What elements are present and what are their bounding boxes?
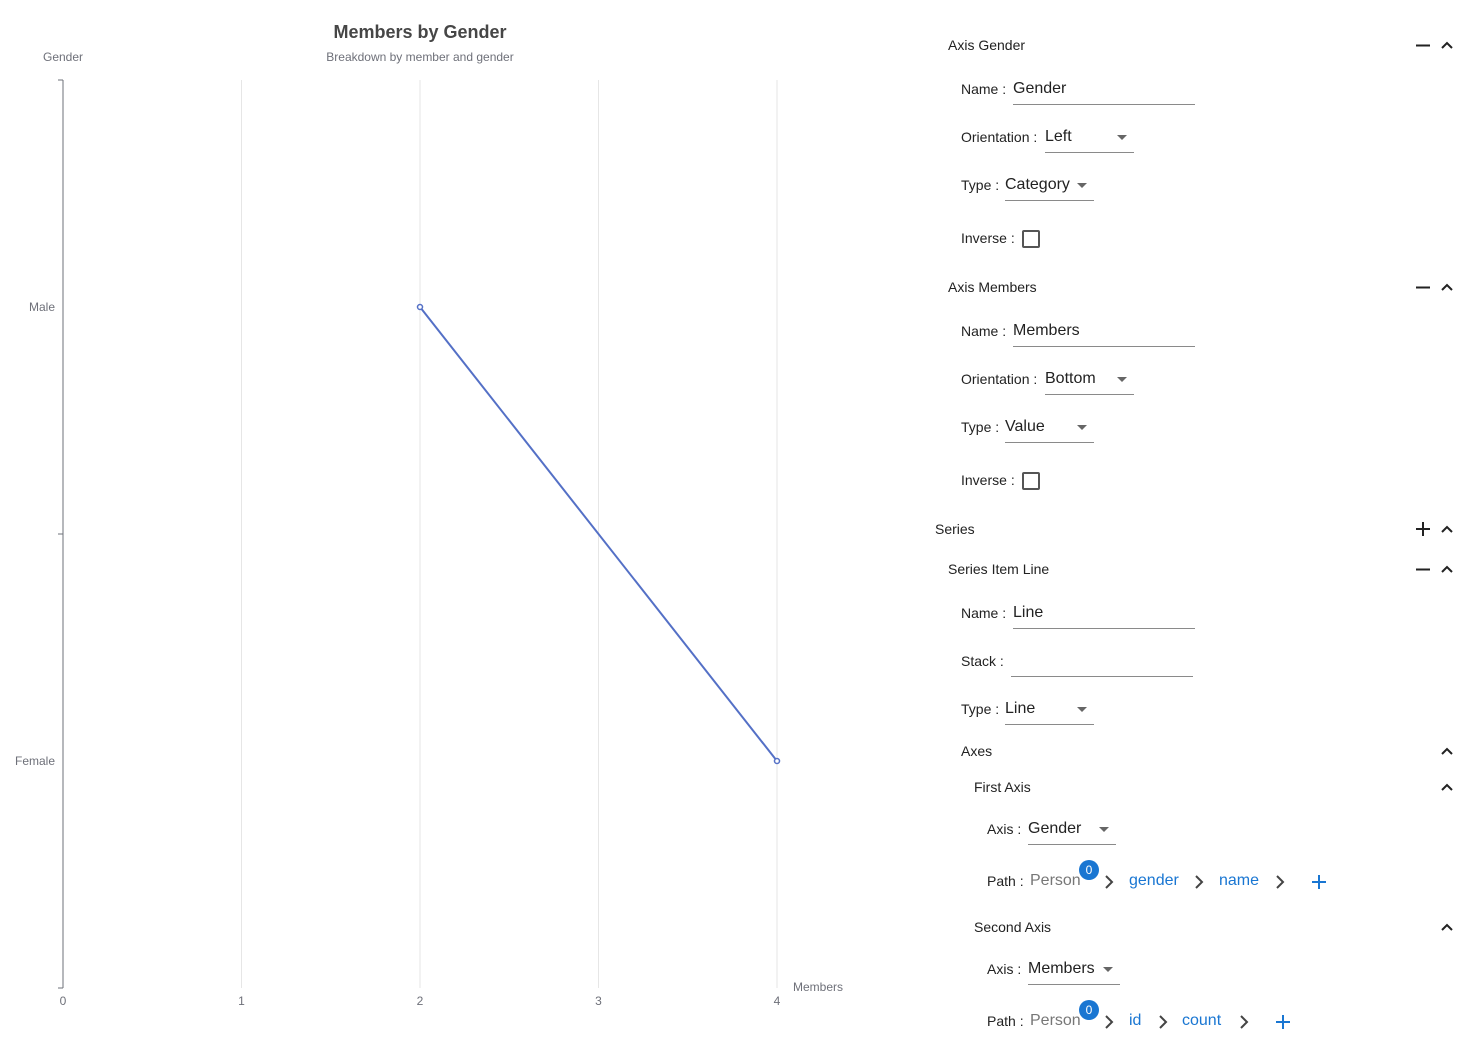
path-segment[interactable]: id	[1129, 1012, 1141, 1030]
chevron-right-icon	[1159, 1015, 1168, 1029]
path-segment[interactable]: name	[1219, 872, 1259, 890]
input-underline	[1013, 346, 1195, 347]
orientation-label: Orientation :	[961, 371, 1038, 387]
axis-members-type-select[interactable]: Value	[1005, 418, 1045, 436]
type-label: Type :	[961, 419, 1000, 435]
axes-header: Axes	[961, 743, 993, 759]
stack-label: Stack :	[961, 653, 1004, 669]
dropdown-arrow-icon[interactable]	[1099, 827, 1109, 832]
input-underline	[1013, 628, 1195, 629]
chevron-right-icon	[1105, 875, 1114, 889]
dropdown-arrow-icon[interactable]	[1103, 967, 1113, 972]
series-name-input[interactable]: Line	[1013, 604, 1043, 622]
dropdown-arrow-icon[interactable]	[1077, 183, 1087, 188]
dropdown-arrow-icon[interactable]	[1117, 135, 1127, 140]
minus-icon[interactable]	[1415, 561, 1431, 577]
inverse-label: Inverse :	[961, 472, 1015, 488]
axis-gender-header: Axis Gender	[948, 37, 1026, 53]
data-point[interactable]	[773, 757, 781, 765]
chevron-right-icon	[1240, 1015, 1249, 1029]
minus-icon[interactable]	[1415, 37, 1431, 53]
axis-members-name-input[interactable]: Members	[1013, 322, 1080, 340]
input-underline	[1011, 676, 1193, 677]
chevron-up-icon[interactable]	[1439, 779, 1455, 795]
axis-gender-name-input[interactable]: Gender	[1013, 80, 1066, 98]
path-count-badge: 0	[1079, 860, 1099, 880]
select-underline	[1005, 442, 1094, 443]
y-tick-label: Female	[15, 754, 55, 768]
series-header: Series	[935, 521, 975, 537]
inverse-label: Inverse :	[961, 230, 1015, 246]
plus-icon[interactable]	[1275, 1014, 1291, 1030]
type-label: Type :	[961, 701, 1000, 717]
x-tick-label: 0	[60, 994, 67, 1008]
select-underline	[1005, 724, 1094, 725]
line-chart: Members by Gender Breakdown by member an…	[15, 22, 843, 1008]
first-axis-select[interactable]: Gender	[1028, 820, 1081, 838]
axis-label: Axis :	[987, 961, 1022, 977]
series-item-header: Series Item Line	[948, 561, 1050, 577]
path-label: Path :	[987, 873, 1024, 889]
axis-gender-type-select[interactable]: Category	[1005, 176, 1070, 194]
series-stack-input[interactable]	[1011, 652, 1193, 672]
x-axis-ticks: 0 1 2 3 4	[60, 994, 781, 1008]
chevron-up-icon[interactable]	[1439, 37, 1455, 53]
chevron-right-icon	[1105, 1015, 1114, 1029]
chart-title: Members by Gender	[333, 22, 506, 42]
select-underline	[1028, 984, 1120, 985]
first-axis-header: First Axis	[974, 779, 1031, 795]
name-label: Name :	[961, 323, 1007, 339]
x-tick-label: 2	[417, 994, 424, 1008]
axis-gender-inverse-checkbox[interactable]	[1022, 230, 1040, 248]
x-axis-title: Members	[793, 980, 843, 994]
chart-config-panel: Axis Gender Name : Gender Orientation : …	[900, 0, 1478, 1054]
path-root[interactable]: Person	[1030, 872, 1081, 890]
second-axis-select[interactable]: Members	[1028, 960, 1095, 978]
axis-members-orientation-select[interactable]: Bottom	[1045, 370, 1096, 388]
name-label: Name :	[961, 605, 1007, 621]
plus-icon[interactable]	[1311, 874, 1327, 890]
chevron-up-icon[interactable]	[1439, 561, 1455, 577]
select-underline	[1005, 200, 1094, 201]
y-tick-label: Male	[29, 300, 55, 314]
y-axis-ticks: Male Female	[15, 79, 63, 989]
x-tick-label: 4	[774, 994, 781, 1008]
select-underline	[1028, 844, 1116, 845]
path-label: Path :	[987, 1013, 1024, 1029]
name-label: Name :	[961, 81, 1007, 97]
minus-icon[interactable]	[1415, 279, 1431, 295]
grid-lines	[241, 80, 778, 988]
series-type-select[interactable]: Line	[1005, 700, 1035, 718]
dropdown-arrow-icon[interactable]	[1077, 425, 1087, 430]
path-segment[interactable]: gender	[1129, 872, 1179, 890]
input-underline	[1013, 104, 1195, 105]
path-root[interactable]: Person	[1030, 1012, 1081, 1030]
axis-members-header: Axis Members	[948, 279, 1037, 295]
axis-gender-orientation-select[interactable]: Left	[1045, 128, 1072, 146]
chevron-up-icon[interactable]	[1439, 521, 1455, 537]
chevron-up-icon[interactable]	[1439, 743, 1455, 759]
path-segment[interactable]: count	[1182, 1012, 1221, 1030]
x-tick-label: 1	[238, 994, 245, 1008]
chart-subtitle: Breakdown by member and gender	[326, 50, 513, 64]
chevron-right-icon	[1195, 875, 1204, 889]
second-axis-header: Second Axis	[974, 919, 1052, 935]
y-axis-title: Gender	[43, 50, 83, 64]
orientation-label: Orientation :	[961, 129, 1038, 145]
chevron-up-icon[interactable]	[1439, 279, 1455, 295]
plus-icon[interactable]	[1415, 521, 1431, 537]
dropdown-arrow-icon[interactable]	[1117, 377, 1127, 382]
x-tick-label: 3	[595, 994, 602, 1008]
select-underline	[1045, 152, 1134, 153]
path-count-badge: 0	[1079, 1000, 1099, 1020]
chevron-right-icon	[1276, 875, 1285, 889]
select-underline	[1045, 394, 1134, 395]
chevron-up-icon[interactable]	[1439, 919, 1455, 935]
data-point[interactable]	[416, 303, 424, 311]
dropdown-arrow-icon[interactable]	[1077, 707, 1087, 712]
axis-label: Axis :	[987, 821, 1022, 837]
axis-members-inverse-checkbox[interactable]	[1022, 472, 1040, 490]
type-label: Type :	[961, 177, 1000, 193]
